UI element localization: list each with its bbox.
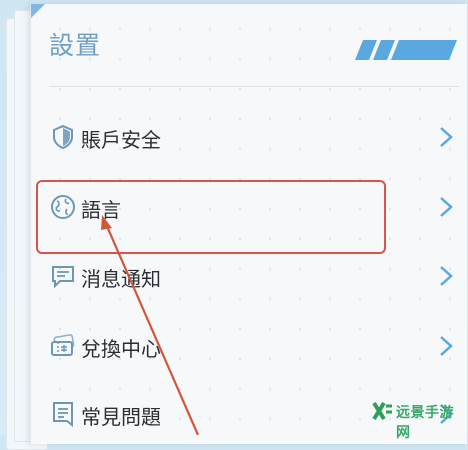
- chevron-right-icon: [440, 266, 453, 286]
- document-icon: [53, 402, 73, 428]
- message-icon: [52, 266, 74, 289]
- language-highlight-box: [36, 180, 386, 254]
- chevron-right-icon: [440, 127, 453, 147]
- menu-item-label: 賬戶安全: [81, 128, 161, 152]
- menu-item-label: 常見問題: [81, 405, 161, 429]
- watermark-text: 远景手游网: [396, 405, 454, 441]
- header-stripes-decoration: [355, 40, 457, 60]
- header-divider: [49, 86, 459, 87]
- menu-item-label: 兌換中心: [81, 337, 161, 361]
- shield-icon: [53, 124, 73, 150]
- watermark: 远景手游网: [372, 396, 466, 441]
- watermark-logo-icon: [372, 401, 392, 421]
- page-title: 設置: [49, 31, 102, 60]
- menu-item-redeem-center[interactable]: 兌換中心: [49, 326, 459, 366]
- chevron-right-icon: [440, 336, 453, 356]
- menu-item-account-security[interactable]: 賬戶安全: [49, 117, 459, 157]
- chevron-right-icon: [440, 197, 453, 217]
- corner-decoration: [31, 4, 45, 18]
- ticket-icon: [51, 334, 75, 356]
- menu-item-notifications[interactable]: 消息通知: [49, 256, 459, 296]
- menu-item-label: 消息通知: [81, 267, 161, 291]
